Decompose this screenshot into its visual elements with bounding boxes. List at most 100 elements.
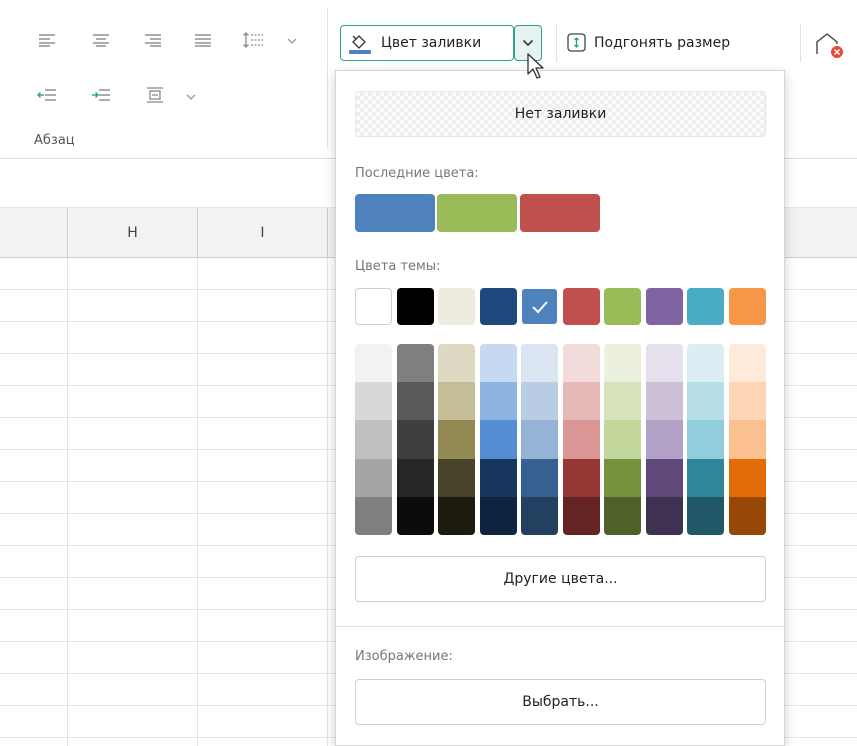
shade-color-swatch[interactable] <box>645 344 683 383</box>
line-spacing-chevron-icon[interactable] <box>287 36 297 46</box>
shade-color-swatch[interactable] <box>645 496 683 535</box>
shade-color-swatch[interactable] <box>438 458 475 497</box>
shade-color-swatch[interactable] <box>687 496 724 535</box>
line-spacing-icon[interactable] <box>240 27 266 53</box>
shade-color-swatch[interactable] <box>521 420 558 459</box>
shade-color-swatch[interactable] <box>604 420 641 459</box>
column-header-i[interactable]: I <box>198 208 328 257</box>
shade-color-swatch[interactable] <box>562 496 600 535</box>
shade-color-swatch[interactable] <box>687 344 724 383</box>
shade-color-swatch[interactable] <box>728 458 766 497</box>
fit-size-button[interactable]: Подгонять размер <box>566 25 730 61</box>
recent-color-swatch[interactable] <box>437 194 517 232</box>
shade-color-swatch[interactable] <box>562 382 600 421</box>
theme-color-swatch[interactable] <box>396 288 434 325</box>
shade-color-swatch[interactable] <box>687 420 724 459</box>
shade-column <box>479 344 517 535</box>
shade-color-swatch[interactable] <box>438 344 475 383</box>
fill-color-panel: Нет заливки Последние цвета: Цвета темы:… <box>335 70 785 746</box>
no-fill-button[interactable]: Нет заливки <box>355 91 766 137</box>
shade-color-swatch[interactable] <box>521 382 558 421</box>
fit-size-label: Подгонять размер <box>594 35 731 51</box>
theme-color-swatch[interactable] <box>645 288 683 325</box>
shade-color-swatch[interactable] <box>645 382 683 421</box>
vertical-align-chevron-icon[interactable] <box>186 92 196 102</box>
shade-color-swatch[interactable] <box>604 382 641 421</box>
shade-color-swatch[interactable] <box>604 496 641 535</box>
increase-indent-icon[interactable] <box>88 82 114 108</box>
fit-size-icon <box>567 33 586 52</box>
other-colors-button[interactable]: Другие цвета... <box>355 556 766 602</box>
shade-color-swatch[interactable] <box>728 382 766 421</box>
column-header-spacer <box>0 208 68 257</box>
theme-color-swatch[interactable] <box>562 288 600 325</box>
shade-color-swatch[interactable] <box>396 458 434 497</box>
decrease-indent-icon[interactable] <box>34 82 60 108</box>
fill-color-button[interactable]: Цвет заливки <box>340 25 514 61</box>
shade-column <box>687 344 724 535</box>
align-justify-icon[interactable] <box>190 27 216 53</box>
shade-color-swatch[interactable] <box>562 420 600 459</box>
shade-color-swatch[interactable] <box>728 344 766 383</box>
shade-color-swatch[interactable] <box>645 458 683 497</box>
delete-shape-icon[interactable] <box>813 30 847 60</box>
shade-color-swatch[interactable] <box>728 496 766 535</box>
shade-column <box>604 344 641 535</box>
shade-color-swatch[interactable] <box>479 458 517 497</box>
shade-color-swatch[interactable] <box>479 344 517 383</box>
shade-color-swatch[interactable] <box>396 496 434 535</box>
shade-column <box>355 344 392 535</box>
theme-color-swatch[interactable] <box>438 288 475 325</box>
shade-color-swatch[interactable] <box>355 420 392 459</box>
recent-color-swatch[interactable] <box>520 194 600 232</box>
vertical-align-icon[interactable] <box>142 82 168 108</box>
shade-color-swatch[interactable] <box>728 420 766 459</box>
shade-color-swatch[interactable] <box>562 344 600 383</box>
theme-color-swatch-selected[interactable] <box>521 288 558 325</box>
shade-color-swatch[interactable] <box>438 382 475 421</box>
fill-color-label: Цвет заливки <box>381 35 482 51</box>
shade-column <box>396 344 434 535</box>
shade-color-swatch[interactable] <box>521 458 558 497</box>
image-label: Изображение: <box>355 649 453 664</box>
choose-image-button[interactable]: Выбрать... <box>355 679 766 725</box>
shade-color-swatch[interactable] <box>355 458 392 497</box>
shade-color-swatch[interactable] <box>355 344 392 383</box>
shade-color-swatch[interactable] <box>355 382 392 421</box>
theme-color-swatch[interactable] <box>479 288 517 325</box>
shade-color-swatch[interactable] <box>562 458 600 497</box>
shade-color-swatch[interactable] <box>687 382 724 421</box>
theme-color-swatch[interactable] <box>728 288 766 325</box>
align-left-icon[interactable] <box>34 27 60 53</box>
shade-color-swatch[interactable] <box>355 496 392 535</box>
group-divider <box>327 8 328 148</box>
shade-color-swatch[interactable] <box>396 344 434 383</box>
shade-color-swatch[interactable] <box>438 420 475 459</box>
shade-column <box>521 344 558 535</box>
shade-column <box>438 344 475 535</box>
theme-color-swatch[interactable] <box>355 288 392 325</box>
shade-color-swatch[interactable] <box>604 344 641 383</box>
shade-column <box>562 344 600 535</box>
shade-color-swatch[interactable] <box>604 458 641 497</box>
shade-color-swatch[interactable] <box>396 420 434 459</box>
panel-divider <box>336 626 784 627</box>
align-right-icon[interactable] <box>140 27 166 53</box>
shade-color-swatch[interactable] <box>479 496 517 535</box>
shade-color-swatch[interactable] <box>521 344 558 383</box>
shade-color-swatch[interactable] <box>687 458 724 497</box>
shade-color-swatch[interactable] <box>479 420 517 459</box>
recent-color-swatch[interactable] <box>355 194 435 232</box>
theme-color-swatch[interactable] <box>604 288 641 325</box>
column-header-h[interactable]: H <box>68 208 198 257</box>
theme-color-swatch[interactable] <box>687 288 724 325</box>
shade-color-swatch[interactable] <box>396 382 434 421</box>
shade-color-swatch[interactable] <box>479 382 517 421</box>
paint-bucket-icon <box>349 35 371 54</box>
theme-colors-label: Цвета темы: <box>355 259 441 274</box>
recent-colors-label: Последние цвета: <box>355 166 479 181</box>
shade-color-swatch[interactable] <box>438 496 475 535</box>
shade-color-swatch[interactable] <box>521 496 558 535</box>
align-center-icon[interactable] <box>88 27 114 53</box>
shade-color-swatch[interactable] <box>645 420 683 459</box>
